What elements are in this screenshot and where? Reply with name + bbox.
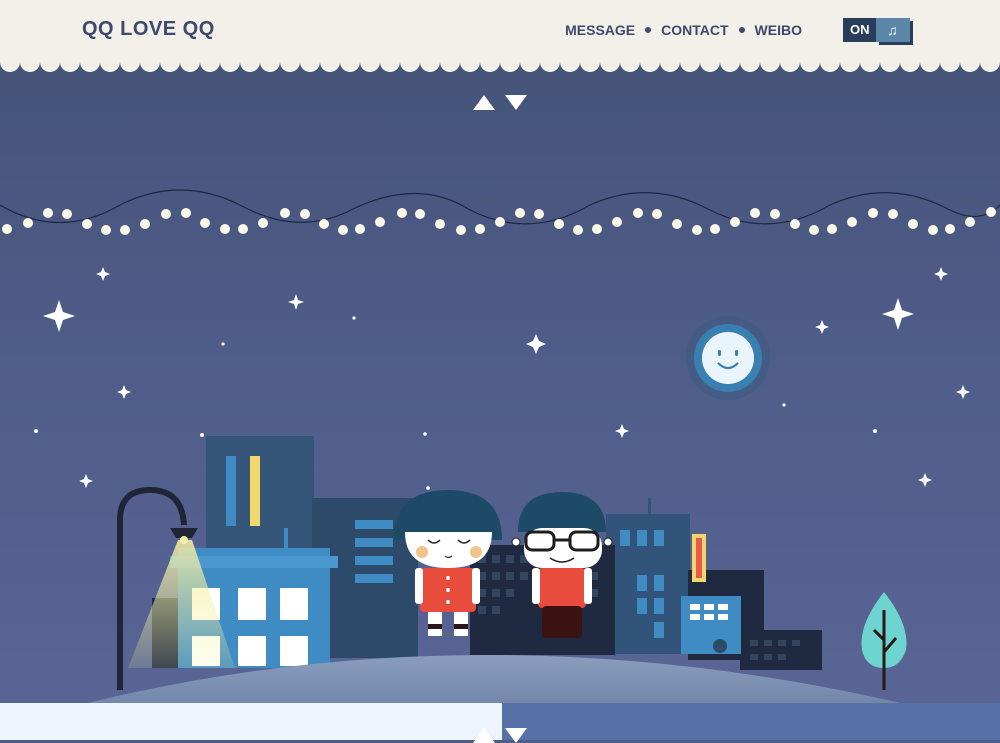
arrow-up-icon[interactable]: [473, 95, 495, 110]
section-nav-arrows-bottom: [473, 728, 527, 743]
arrow-down-icon[interactable]: [505, 95, 527, 110]
music-toggle-button[interactable]: ON ♫: [843, 18, 910, 42]
nav-separator-dot: [738, 27, 745, 33]
section-nav-arrows-top: [473, 95, 527, 110]
music-note-icon: ♫: [875, 18, 910, 42]
nav-contact-link[interactable]: CONTACT: [661, 22, 728, 38]
top-header: QQ LOVE QQ MESSAGE CONTACT WEIBO ON ♫: [0, 0, 1000, 62]
main-nav: MESSAGE CONTACT WEIBO: [565, 22, 802, 38]
next-section-preview-left: [0, 703, 502, 740]
arrow-down-icon[interactable]: [505, 728, 527, 743]
smiling-moon: [686, 316, 770, 400]
nav-separator-dot: [645, 27, 652, 33]
music-state-label: ON: [843, 18, 876, 42]
site-logo[interactable]: QQ LOVE QQ: [82, 18, 215, 41]
header-scallop-edge: [0, 56, 1000, 72]
nav-weibo-link[interactable]: WEIBO: [755, 22, 802, 38]
next-section-preview-right: [502, 703, 1000, 740]
night-scene-illustration: [0, 0, 1000, 740]
arrow-up-icon[interactable]: [473, 728, 495, 743]
nav-message-link[interactable]: MESSAGE: [565, 22, 635, 38]
